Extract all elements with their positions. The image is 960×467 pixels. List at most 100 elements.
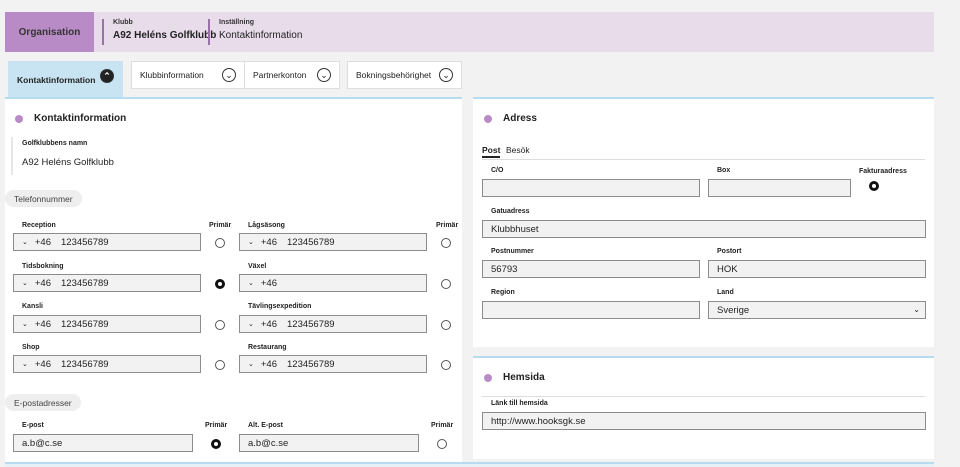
- phone-number: 123456789: [61, 236, 109, 248]
- divider: [11, 137, 13, 175]
- tab-label: Partnerkonton: [253, 70, 307, 80]
- country-code: +46: [34, 358, 51, 370]
- phone-number: 123456789: [61, 277, 109, 289]
- primary-radio[interactable]: [441, 279, 451, 289]
- phone-section-label: Telefonnummer: [5, 190, 82, 207]
- chevron-down-icon[interactable]: ⌄: [22, 279, 28, 287]
- primary-radio[interactable]: [441, 360, 451, 370]
- chevron-down-icon: ⌄: [317, 68, 331, 82]
- box-field[interactable]: [708, 179, 851, 197]
- primary-radio[interactable]: [215, 238, 225, 248]
- country-select[interactable]: Sverige ⌄: [708, 301, 926, 319]
- club-value: A92 Heléns Golfklubb: [113, 30, 217, 41]
- tab-post[interactable]: Post: [482, 145, 501, 158]
- primary-label: Primär: [205, 422, 228, 429]
- invoice-address-label: Fakturaadress: [859, 168, 907, 175]
- street-label: Gatuadress: [491, 208, 530, 215]
- primary-radio[interactable]: [441, 238, 451, 248]
- chevron-down-icon[interactable]: ⌄: [22, 320, 28, 328]
- zip-field[interactable]: 56793: [482, 260, 700, 278]
- co-field[interactable]: [482, 179, 700, 197]
- phone-label: Shop: [22, 344, 40, 351]
- phone-field-reception[interactable]: ⌄ +46 123456789: [13, 233, 201, 251]
- website-field[interactable]: http://www.hooksgk.se: [482, 412, 926, 430]
- next-panel-edge: [5, 462, 934, 467]
- co-label: C/O: [491, 167, 504, 174]
- phone-field-vaxel[interactable]: ⌄ +46: [239, 274, 427, 292]
- chevron-down-icon[interactable]: ⌄: [22, 360, 28, 368]
- address-title: Adress: [484, 113, 537, 124]
- primary-radio[interactable]: [437, 439, 447, 449]
- tab-besok[interactable]: Besök: [506, 145, 530, 155]
- primary-label: Primär: [209, 222, 232, 229]
- chevron-down-icon[interactable]: ⌄: [22, 238, 28, 246]
- primary-radio-selected[interactable]: [215, 279, 225, 289]
- primary-radio-selected[interactable]: [211, 439, 221, 449]
- tab-bokningsbehorighet[interactable]: Bokningsbehörighet ⌄: [347, 61, 462, 89]
- region-label: Region: [491, 289, 515, 296]
- contact-title-text: Kontaktinformation: [34, 113, 127, 124]
- tab-kontaktinformation[interactable]: Kontaktinformation ⌃: [8, 61, 123, 98]
- phone-number: 123456789: [61, 318, 109, 330]
- city-field[interactable]: HOK: [708, 260, 926, 278]
- chevron-down-icon: ⌄: [222, 68, 236, 82]
- phone-field-tavlingsexpedition[interactable]: ⌄ +46 123456789: [239, 315, 427, 333]
- box-label: Box: [717, 167, 731, 174]
- phone-field-restaurang[interactable]: ⌄ +46 123456789: [239, 355, 427, 373]
- chevron-down-icon[interactable]: ⌄: [248, 238, 254, 246]
- chevron-down-icon: ⌄: [913, 305, 920, 314]
- contact-panel: Kontaktinformation Golfklubbens namn A92…: [5, 97, 462, 467]
- chevron-down-icon[interactable]: ⌄: [248, 320, 254, 328]
- primary-radio[interactable]: [215, 360, 225, 370]
- bullet-icon: [484, 114, 492, 123]
- tab-partnerkonton[interactable]: Partnerkonton ⌄: [244, 61, 340, 89]
- bullet-icon: [484, 373, 492, 382]
- invoice-address-radio[interactable]: [869, 181, 879, 191]
- country-code: +46: [34, 318, 51, 330]
- country-code: +46: [260, 236, 277, 248]
- phone-label: Tävlingsexpedition: [248, 303, 312, 310]
- phone-label: Växel: [248, 263, 267, 270]
- breadcrumb-setting[interactable]: Inställning Kontaktinformation: [208, 19, 302, 45]
- phone-field-tidsbokning[interactable]: ⌄ +46 123456789: [13, 274, 201, 292]
- city-label: Postort: [717, 248, 742, 255]
- primary-label: Primär: [436, 222, 459, 229]
- website-panel: Hemsida Länk till hemsida http://www.hoo…: [473, 356, 934, 459]
- phone-label: Restaurang: [248, 344, 287, 351]
- primary-label: Primär: [431, 422, 454, 429]
- email-field[interactable]: a.b@c.se: [13, 434, 193, 452]
- country-value: Sverige: [717, 304, 750, 316]
- breadcrumb-club[interactable]: Klubb A92 Heléns Golfklubb: [102, 19, 216, 45]
- country-code: +46: [260, 277, 277, 289]
- club-name-label: Golfklubbens namn: [22, 140, 88, 147]
- divider: [482, 159, 925, 160]
- primary-radio[interactable]: [215, 320, 225, 330]
- zip-label: Postnummer: [491, 248, 534, 255]
- chevron-down-icon: ⌄: [439, 68, 453, 82]
- website-title: Hemsida: [484, 372, 545, 383]
- country-label: Land: [717, 289, 734, 296]
- alt-email-label: Alt. E-post: [248, 422, 283, 429]
- website-title-text: Hemsida: [503, 372, 545, 383]
- club-label: Klubb: [113, 19, 133, 26]
- phone-label: Kansli: [22, 303, 44, 310]
- chevron-up-icon: ⌃: [100, 69, 114, 83]
- tab-klubbinformation[interactable]: Klubbinformation ⌄: [131, 61, 245, 89]
- email-section-label: E-postadresser: [5, 394, 81, 411]
- contact-title: Kontaktinformation: [15, 113, 126, 124]
- street-field[interactable]: Klubbhuset: [482, 220, 926, 238]
- phone-field-lagsasong[interactable]: ⌄ +46 123456789: [239, 233, 427, 251]
- alt-email-field[interactable]: a.b@c.se: [239, 434, 419, 452]
- phone-field-shop[interactable]: ⌄ +46 123456789: [13, 355, 201, 373]
- chevron-down-icon[interactable]: ⌄: [248, 279, 254, 287]
- organisation-button[interactable]: Organisation: [5, 12, 94, 52]
- tab-label: Bokningsbehörighet: [356, 70, 432, 80]
- chevron-down-icon[interactable]: ⌄: [248, 360, 254, 368]
- phone-field-kansli[interactable]: ⌄ +46 123456789: [13, 315, 201, 333]
- setting-value: Kontaktinformation: [219, 30, 303, 41]
- email-label: E-post: [22, 422, 44, 429]
- region-field[interactable]: [482, 301, 700, 319]
- primary-radio[interactable]: [441, 320, 451, 330]
- tab-label: Kontaktinformation: [17, 74, 96, 85]
- club-name-value: A92 Heléns Golfklubb: [22, 157, 114, 168]
